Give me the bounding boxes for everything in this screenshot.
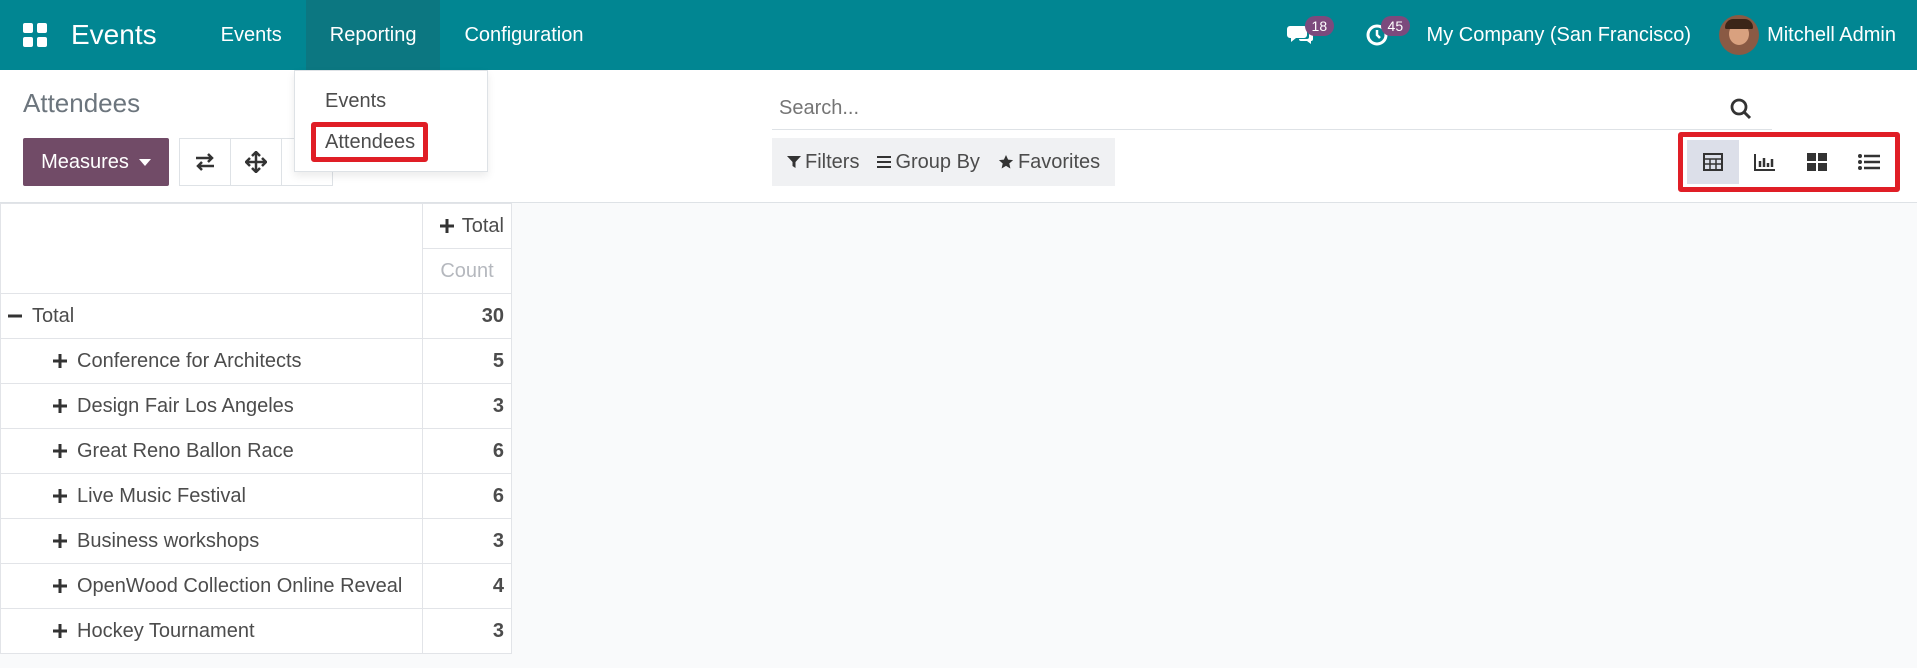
app-menu-icon[interactable] bbox=[0, 0, 70, 70]
pivot-row-label: Live Music Festival bbox=[77, 484, 246, 507]
kanban-view-button[interactable] bbox=[1791, 140, 1843, 184]
table-row: OpenWood Collection Online Reveal 4 bbox=[0, 563, 512, 609]
group-by-label: Group By bbox=[895, 150, 980, 173]
bar-chart-icon bbox=[1754, 154, 1775, 171]
plus-icon bbox=[53, 534, 67, 549]
measures-button[interactable]: Measures bbox=[23, 138, 169, 186]
avatar bbox=[1719, 15, 1760, 55]
total-row-label: Total bbox=[32, 304, 75, 327]
search-bar bbox=[772, 88, 1772, 130]
expand-all-button[interactable] bbox=[230, 138, 282, 186]
search-options: Filters Group By Favorites bbox=[772, 138, 1116, 186]
pivot-cell[interactable]: 3 bbox=[422, 518, 512, 564]
measure-header[interactable]: Count bbox=[422, 248, 512, 294]
pivot-row-header[interactable]: Design Fair Los Angeles bbox=[0, 383, 423, 429]
pivot-row-header[interactable]: Hockey Tournament bbox=[0, 608, 423, 654]
pivot-cell[interactable]: 5 bbox=[422, 338, 512, 384]
flip-axis-button[interactable] bbox=[179, 138, 231, 186]
table-row: Total 30 bbox=[0, 293, 512, 339]
pivot-row-label: OpenWood Collection Online Reveal bbox=[77, 574, 403, 597]
messaging-menu[interactable]: 18 bbox=[1263, 0, 1339, 70]
pivot-row-header[interactable]: Business workshops bbox=[0, 518, 423, 564]
dropdown-item-attendees[interactable]: Attendees bbox=[325, 131, 415, 154]
pivot-row-label: Business workshops bbox=[77, 529, 260, 552]
list-view-button[interactable] bbox=[1843, 140, 1895, 184]
arrows-icon bbox=[245, 151, 267, 173]
menu-reporting[interactable]: Reporting bbox=[305, 0, 441, 70]
plus-icon bbox=[53, 624, 67, 639]
app-name[interactable]: Events bbox=[71, 19, 157, 51]
col-header-label: Total bbox=[461, 214, 504, 237]
table-row: Conference for Architects 5 bbox=[0, 338, 512, 384]
pivot-row-label: Great Reno Ballon Race bbox=[77, 439, 294, 462]
search-icon[interactable] bbox=[1730, 98, 1752, 125]
plus-icon bbox=[53, 354, 67, 369]
table-row: Business workshops 3 bbox=[0, 518, 512, 564]
activities-badge: 45 bbox=[1380, 16, 1411, 36]
total-row-header[interactable]: Total bbox=[0, 293, 423, 339]
menu-events[interactable]: Events bbox=[197, 0, 306, 70]
view-switcher bbox=[1678, 132, 1900, 192]
bars-icon bbox=[877, 156, 892, 168]
star-icon bbox=[998, 155, 1014, 169]
pivot-view-button[interactable] bbox=[1687, 140, 1739, 184]
table-icon bbox=[1703, 153, 1723, 171]
plus-icon bbox=[53, 579, 67, 594]
activity-menu[interactable]: 45 bbox=[1339, 0, 1415, 70]
control-panel: Attendees Measures Search... Filters Gro… bbox=[0, 70, 1917, 203]
pivot-cell[interactable]: 6 bbox=[422, 473, 512, 519]
pivot-row-header[interactable]: Great Reno Ballon Race bbox=[0, 428, 423, 474]
menu-configuration[interactable]: Configuration bbox=[440, 0, 607, 70]
plus-icon bbox=[53, 399, 67, 414]
pivot-row-header[interactable]: Live Music Festival bbox=[0, 473, 423, 519]
pivot-row-header[interactable]: OpenWood Collection Online Reveal bbox=[0, 563, 423, 609]
pivot-row-header[interactable]: Conference for Architects bbox=[0, 338, 423, 384]
user-name: Mitchell Admin bbox=[1767, 23, 1896, 46]
page-title: Attendees bbox=[23, 88, 141, 118]
company-switcher[interactable]: My Company (San Francisco) bbox=[1415, 24, 1720, 47]
graph-view-button[interactable] bbox=[1739, 140, 1791, 184]
plus-icon bbox=[53, 489, 67, 504]
measures-label: Measures bbox=[41, 150, 129, 173]
pivot-row-label: Conference for Architects bbox=[77, 349, 302, 372]
caret-down-icon bbox=[138, 158, 151, 166]
pivot-row-label: Design Fair Los Angeles bbox=[77, 394, 294, 417]
pivot-col-header[interactable]: Total bbox=[422, 203, 512, 249]
total-cell[interactable]: 30 bbox=[422, 293, 512, 339]
minus-icon bbox=[8, 314, 22, 318]
user-menu[interactable]: Mitchell Admin bbox=[1719, 15, 1917, 55]
pivot-cell[interactable]: 6 bbox=[422, 428, 512, 474]
table-row: Great Reno Ballon Race 6 bbox=[0, 428, 512, 474]
plus-icon bbox=[439, 219, 454, 234]
favorites-label: Favorites bbox=[1017, 150, 1101, 173]
group-by-button[interactable]: Group By bbox=[868, 151, 988, 174]
list-icon bbox=[1858, 154, 1880, 170]
reporting-dropdown: Events Attendees bbox=[294, 70, 488, 172]
pivot-row-label: Hockey Tournament bbox=[77, 619, 255, 642]
pivot-cell[interactable]: 4 bbox=[422, 563, 512, 609]
filter-icon bbox=[787, 156, 801, 168]
messages-badge: 18 bbox=[1304, 16, 1335, 36]
table-row: Hockey Tournament 3 bbox=[0, 608, 512, 654]
filters-button[interactable]: Filters bbox=[778, 151, 868, 174]
top-navbar: Events Events Reporting Configuration 18… bbox=[0, 0, 1917, 70]
systray: 18 45 My Company (San Francisco) Mitchel… bbox=[1263, 0, 1917, 70]
dropdown-item-events[interactable]: Events bbox=[325, 90, 386, 113]
pivot-cell[interactable]: 3 bbox=[422, 608, 512, 654]
pivot-cell[interactable]: 3 bbox=[422, 383, 512, 429]
table-row: Design Fair Los Angeles 3 bbox=[0, 383, 512, 429]
grid-icon bbox=[1807, 153, 1827, 171]
filters-label: Filters bbox=[805, 150, 860, 173]
exchange-icon bbox=[196, 153, 214, 171]
table-row: Live Music Festival 6 bbox=[0, 473, 512, 519]
pivot-table: Total Count Total 30 Conference for Arch… bbox=[0, 203, 512, 654]
favorites-button[interactable]: Favorites bbox=[989, 151, 1109, 174]
pivot-corner bbox=[0, 203, 423, 294]
search-input[interactable] bbox=[772, 97, 1712, 120]
plus-icon bbox=[53, 444, 67, 459]
